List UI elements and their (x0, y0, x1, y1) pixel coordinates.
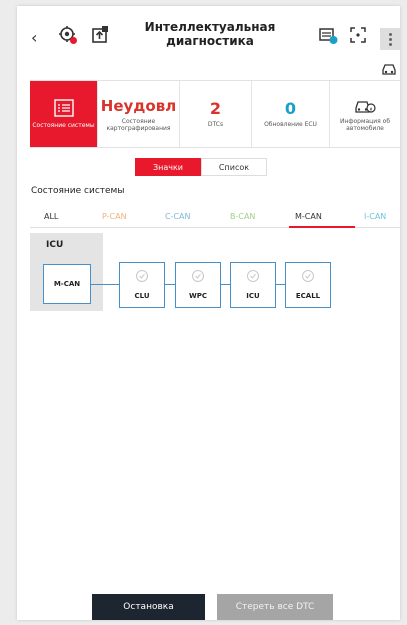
ecu-node-label: ICU (246, 292, 260, 300)
dtc-count-value: 2 (209, 99, 222, 118)
app-header: ‹ Интеллектуальная диагностика (17, 6, 400, 75)
icons-view-button[interactable]: Значки (135, 158, 201, 176)
ecu-node-wpc[interactable]: WPC (175, 262, 221, 308)
tab-m-can[interactable]: M-CAN (295, 212, 322, 221)
report-upload-icon[interactable] (89, 24, 111, 46)
mapping-state-label: Состояние картографирования (106, 117, 171, 132)
ecu-status-icon (136, 270, 148, 282)
can-bus-tabs: ALL P-CAN C-CAN B-CAN M-CAN I-CAN (30, 206, 400, 228)
bus-node[interactable]: M-CAN (43, 264, 91, 304)
dtc-count-card[interactable]: 2 DTCs (180, 81, 252, 147)
ecu-node-icu[interactable]: ICU (230, 262, 276, 308)
system-state-card[interactable]: Состояние системы (30, 81, 98, 147)
more-menu-icon[interactable] (380, 28, 400, 50)
checklist-icon (53, 99, 74, 117)
ecu-group-label: ICU (46, 240, 64, 250)
title-line-2: диагностика (166, 34, 254, 48)
vehicle-connection-icon[interactable] (317, 24, 339, 46)
page-title: Интеллектуальная диагностика (135, 20, 285, 48)
back-arrow-icon[interactable]: ‹ (31, 28, 37, 47)
ecu-node-label: CLU (134, 292, 150, 300)
tab-c-can[interactable]: C-CAN (165, 212, 191, 221)
mapping-state-card[interactable]: Неудовл Состояние картографирования (98, 81, 180, 147)
tab-b-can[interactable]: B-CAN (230, 212, 255, 221)
stop-button[interactable]: Остановка (92, 594, 205, 620)
bus-link (221, 284, 230, 285)
list-view-button[interactable]: Список (201, 158, 267, 176)
ecu-update-label: Обновление ECU (264, 121, 317, 128)
system-state-label: Состояние системы (32, 122, 95, 129)
ecu-node-label: WPC (189, 292, 207, 300)
bus-link (165, 284, 175, 285)
active-tab-indicator (289, 226, 355, 228)
ecu-update-value: 0 (284, 99, 297, 118)
vehicle-info-label: Информация об автомобиле (339, 117, 391, 132)
bus-link (276, 284, 285, 285)
ecu-node-label: ECALL (295, 292, 321, 300)
vehicle-info-card[interactable]: Информация об автомобиле (330, 81, 400, 147)
tab-all[interactable]: ALL (44, 212, 58, 221)
tab-i-can[interactable]: I-CAN (364, 212, 386, 221)
title-line-1: Интеллектуальная (144, 20, 276, 34)
car-icon[interactable] (381, 62, 397, 76)
section-title: Состояние системы (31, 186, 125, 196)
clear-all-dtc-button[interactable]: Стереть все DTC (217, 594, 333, 620)
ecu-update-card[interactable]: 0 Обновление ECU (252, 81, 330, 147)
scan-settings-icon[interactable] (57, 24, 79, 46)
ecu-status-icon (302, 270, 314, 282)
tab-p-can[interactable]: P-CAN (102, 212, 127, 221)
ecu-node-clu[interactable]: CLU (119, 262, 165, 308)
fullscreen-icon[interactable] (347, 24, 369, 46)
ecu-status-icon (192, 270, 204, 282)
summary-cards: Состояние системы Неудовл Состояние карт… (30, 80, 400, 148)
diagnostics-screen: ‹ Интеллектуальная диагностика Состояние… (17, 6, 400, 620)
ecu-node-ecall[interactable]: ECALL (285, 262, 331, 308)
vehicle-info-icon (355, 100, 376, 113)
mapping-state-value: Неудовл (100, 96, 177, 115)
ecu-status-icon (247, 270, 259, 282)
dtc-count-label: DTCs (207, 121, 224, 128)
bus-link (91, 284, 119, 285)
view-toggle: Значки Список (135, 158, 267, 176)
